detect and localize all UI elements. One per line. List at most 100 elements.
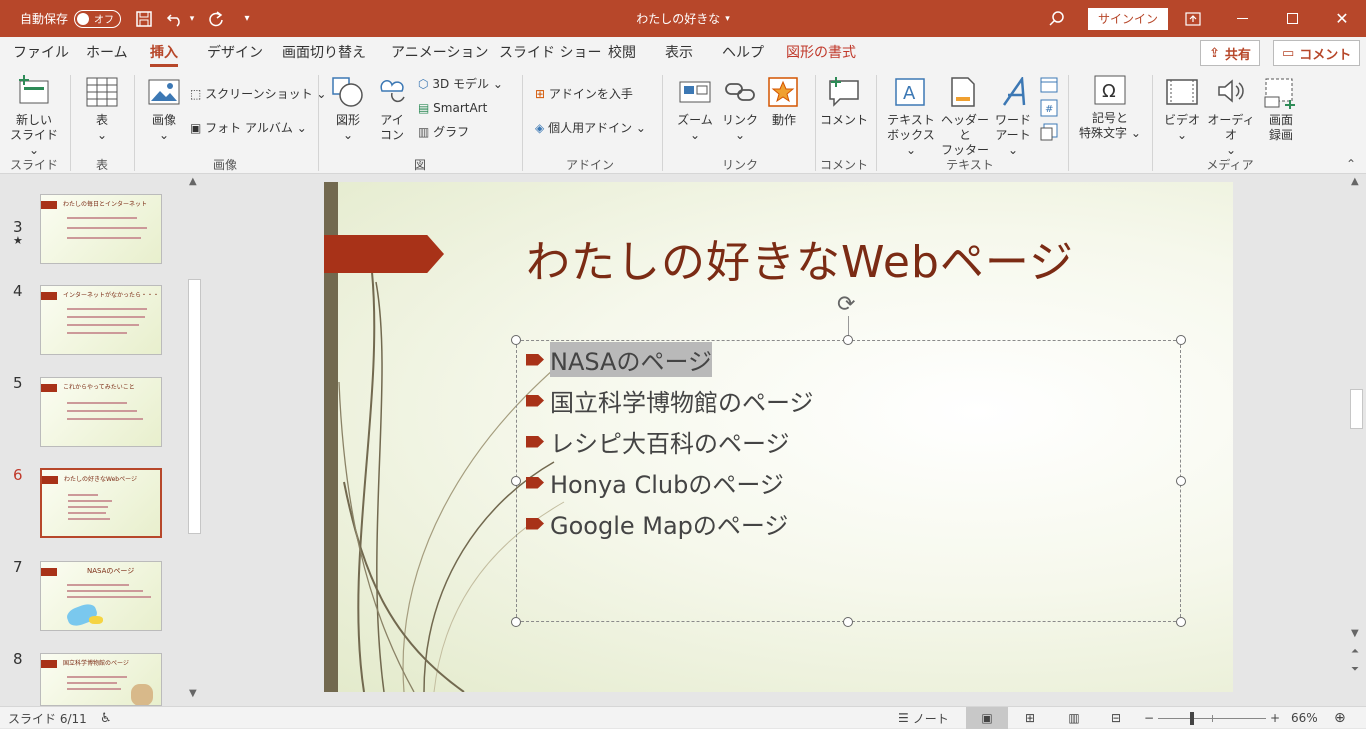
bullet-item[interactable]: レシピ大百科のページ (526, 424, 790, 459)
image-button[interactable]: 画像 ⌄ (140, 113, 188, 143)
link-button[interactable]: リンク ⌄ (718, 113, 762, 143)
resize-handle[interactable] (511, 617, 521, 627)
resize-handle[interactable] (843, 335, 853, 345)
slide-sorter-button[interactable]: ⊞ (1020, 707, 1040, 729)
autosave-control[interactable]: 自動保存 オフ (20, 0, 122, 37)
close-icon[interactable]: ✕ (1330, 0, 1354, 37)
bullet-item[interactable]: Google Mapのページ (526, 506, 788, 541)
comments-button[interactable]: ▭ コメント (1273, 40, 1361, 66)
undo-dropdown-icon[interactable]: ▾ (186, 0, 198, 37)
slide-thumbnail-6-selected[interactable]: わたしの好きなWebページ (40, 468, 162, 538)
date-time-icon[interactable] (1040, 75, 1058, 96)
resize-handle[interactable] (1176, 335, 1186, 345)
zoom-slider-thumb[interactable] (1190, 711, 1194, 725)
audio-button[interactable]: オーディオ ⌄ (1204, 113, 1258, 158)
textbox-button[interactable]: テキスト ボックス ⌄ (884, 113, 938, 158)
tab-transitions[interactable]: 画面切り替え (282, 37, 366, 69)
slide-thumbnail-8[interactable]: 国立科学博物館のページ (40, 653, 162, 706)
zoom-slider[interactable] (1158, 707, 1266, 729)
collapse-ribbon-icon[interactable]: ⌃ (1346, 157, 1356, 171)
3d-models-button[interactable]: ⬡ 3D モデル ⌄ (418, 77, 503, 92)
zoom-level[interactable]: 66% (1291, 707, 1318, 729)
previous-slide-icon[interactable]: ⏶ (1351, 646, 1359, 657)
chart-button[interactable]: ▥ グラフ (418, 125, 469, 140)
my-addins-button[interactable]: ◈ 個人用アドイン ⌄ (535, 121, 646, 136)
scroll-down-icon[interactable]: ▼ (189, 688, 197, 699)
slide-thumbnail-4[interactable]: インターネットがなかったら・・・ (40, 285, 162, 355)
tab-help[interactable]: ヘルプ (722, 37, 764, 69)
slide-title[interactable]: わたしの好きなWebページ (526, 226, 1074, 290)
resize-handle[interactable] (511, 476, 521, 486)
bullet-item[interactable]: NASAのページ (526, 342, 712, 377)
fit-to-window-icon[interactable]: ⊕ (1334, 707, 1346, 729)
search-icon[interactable] (1046, 0, 1068, 37)
scroll-down-icon[interactable]: ▼ (1351, 628, 1359, 639)
normal-view-button[interactable]: ▣ (966, 707, 1008, 729)
smartart-button[interactable]: ▤ SmartArt (418, 101, 487, 116)
notes-button[interactable]: ☰ ノート (898, 707, 949, 729)
tab-view[interactable]: 表示 (665, 37, 693, 69)
tab-file[interactable]: ファイル (13, 37, 69, 69)
tab-slideshow[interactable]: スライド ショー (499, 37, 601, 69)
slideshow-button[interactable]: ⊟ (1106, 707, 1126, 729)
editor-scroll-thumb[interactable] (1350, 389, 1363, 429)
tab-shape-format[interactable]: 図形の書式 (786, 37, 856, 69)
resize-handle[interactable] (1176, 617, 1186, 627)
redo-icon[interactable] (205, 0, 227, 37)
tab-review[interactable]: 校閲 (608, 37, 636, 69)
resize-handle[interactable] (843, 617, 853, 627)
ribbon-display-options-icon[interactable] (1182, 0, 1204, 37)
scroll-up-icon[interactable]: ▲ (189, 176, 197, 187)
wordart-button[interactable]: ワード アート ⌄ (990, 113, 1036, 158)
customize-qat-icon[interactable]: ▾ (240, 0, 254, 37)
thumb-number: 5 (13, 374, 23, 392)
share-button[interactable]: ⇪ 共有 (1200, 40, 1260, 66)
zoom-button[interactable]: ズーム ⌄ (672, 113, 718, 143)
thumbnail-scrollbar[interactable]: ▲ ▼ (186, 174, 203, 706)
slide-thumbnail-5[interactable]: これからやってみたいこと (40, 377, 162, 447)
zoom-in-button[interactable]: + (1270, 707, 1280, 729)
icons-button[interactable]: アイ コン (372, 113, 412, 143)
slide-number-icon[interactable]: # (1040, 99, 1058, 120)
undo-icon[interactable] (164, 0, 186, 37)
next-slide-icon[interactable]: ⏷ (1351, 664, 1359, 675)
thumbnail-scroll-thumb[interactable] (188, 279, 201, 534)
symbols-button[interactable]: 記号と 特殊文字 ⌄ (1074, 111, 1146, 141)
video-button[interactable]: ビデオ ⌄ (1160, 113, 1204, 143)
new-slide-button[interactable]: 新しい スライド ⌄ (4, 113, 64, 158)
autosave-toggle[interactable]: オフ (74, 9, 122, 28)
tab-animations[interactable]: アニメーション (391, 37, 488, 69)
scroll-up-icon[interactable]: ▲ (1351, 176, 1359, 187)
screen-recording-button[interactable]: 画面 録画 (1258, 113, 1304, 143)
rotate-handle-icon[interactable]: ⟳ (837, 292, 855, 317)
screenshot-label: スクリーンショット (205, 87, 313, 101)
tab-insert[interactable]: 挿入 (150, 37, 178, 69)
minimize-icon[interactable] (1230, 0, 1254, 37)
new-comment-button[interactable]: コメント (818, 113, 870, 128)
slide-thumbnail-7[interactable]: NASAのページ (40, 561, 162, 631)
resize-handle[interactable] (511, 335, 521, 345)
save-icon[interactable] (134, 0, 154, 37)
bullet-arrow-icon (526, 476, 544, 489)
maximize-icon[interactable] (1280, 0, 1304, 37)
object-icon[interactable] (1040, 123, 1058, 144)
slide-thumbnail-3[interactable]: わたしの毎日とインターネット (40, 194, 162, 264)
screenshot-button[interactable]: ⬚ スクリーンショット ⌄ (190, 87, 326, 102)
resize-handle[interactable] (1176, 476, 1186, 486)
get-addins-button[interactable]: ⊞ アドインを入手 (535, 87, 633, 102)
shapes-button[interactable]: 図形 ⌄ (326, 113, 370, 143)
signin-button[interactable]: サインイン (1088, 7, 1169, 30)
reading-view-button[interactable]: ▥ (1064, 707, 1084, 729)
accessibility-icon[interactable]: ♿︎ (100, 707, 112, 729)
bullet-item[interactable]: 国立科学博物館のページ (526, 383, 814, 418)
tab-design[interactable]: デザイン (207, 37, 263, 69)
table-button[interactable]: 表 ⌄ (82, 113, 122, 143)
editor-scrollbar[interactable]: ▲ ▼ ⏶ ⏷ (1348, 174, 1365, 706)
tab-home[interactable]: ホーム (86, 37, 128, 69)
document-title[interactable]: わたしの好きな ▾ (580, 0, 786, 37)
bullet-item[interactable]: Honya Clubのページ (526, 465, 784, 500)
header-footer-button[interactable]: ヘッダーと フッター (938, 113, 992, 158)
action-button[interactable]: 動作 (762, 113, 806, 128)
zoom-out-button[interactable]: − (1144, 707, 1154, 729)
photo-album-button[interactable]: ▣ フォト アルバム ⌄ (190, 121, 307, 136)
